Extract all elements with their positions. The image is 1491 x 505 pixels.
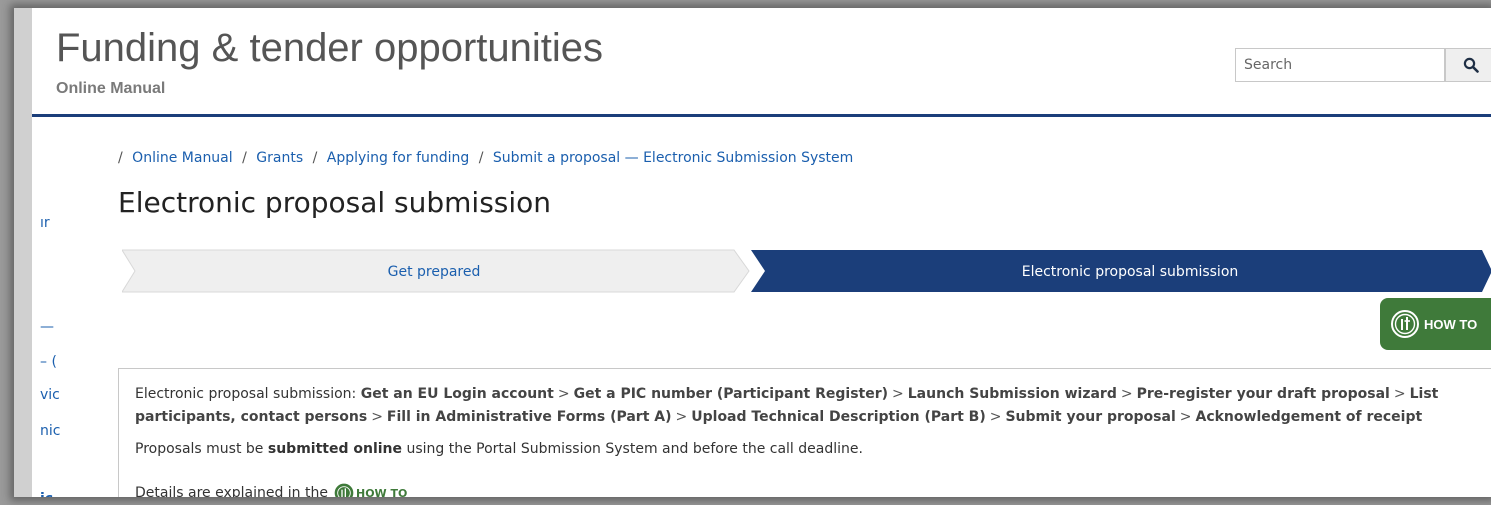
search-input[interactable]	[1235, 48, 1445, 82]
it-logo-icon	[334, 483, 354, 497]
step-electronic-submission[interactable]: Electronic proposal submission	[751, 250, 1491, 292]
breadcrumb-link[interactable]: Submit a proposal — Electronic Submissio…	[493, 150, 853, 166]
breadcrumb-link[interactable]: Online Manual	[132, 150, 232, 166]
note-emphasis: submitted online	[267, 441, 403, 457]
step-label: Electronic proposal submission	[1022, 264, 1239, 280]
step-link[interactable]: Get a PIC number (Participant Register)	[574, 386, 888, 402]
step-link[interactable]: Acknowledgement of receipt	[1195, 409, 1422, 425]
side-nav-item[interactable]: nic	[40, 423, 60, 439]
step-link[interactable]: Launch Submission wizard	[908, 386, 1117, 402]
page-title: Electronic proposal submission	[118, 186, 552, 219]
side-nav-item[interactable]: ır	[40, 215, 50, 231]
window-edge	[14, 8, 32, 497]
magnifier-icon	[1463, 57, 1479, 73]
step-link[interactable]: Get an EU Login account	[361, 386, 554, 402]
breadcrumb-link[interactable]: Applying for funding	[327, 150, 470, 166]
content-box: Electronic proposal submission: Get an E…	[118, 368, 1491, 497]
how-to-inline-badge[interactable]: HOW TO	[334, 483, 407, 497]
step-link[interactable]: Upload Technical Description (Part B)	[691, 409, 985, 425]
search-button[interactable]	[1445, 48, 1491, 82]
side-nav-item[interactable]: —	[40, 319, 54, 335]
site-subtitle[interactable]: Online Manual	[56, 80, 165, 98]
side-nav: ır — – ( vic nic ic	[32, 117, 72, 497]
side-nav-item[interactable]: – (	[40, 354, 57, 370]
step-get-prepared[interactable]: Get prepared	[122, 249, 750, 293]
breadcrumb: / Online Manual / Grants / Applying for …	[118, 150, 854, 166]
it-logo-icon	[1391, 310, 1419, 338]
details-text: Details are explained in the	[135, 485, 328, 497]
site-title[interactable]: Funding & tender opportunities	[56, 26, 603, 71]
side-nav-item[interactable]: vic	[40, 387, 60, 403]
browser-frame: Funding & tender opportunities Online Ma…	[14, 8, 1491, 497]
how-to-label: HOW TO	[1424, 316, 1478, 332]
step-link[interactable]: Submit your proposal	[1005, 409, 1175, 425]
submission-steps: Electronic proposal submission: Get an E…	[135, 386, 1439, 425]
site-header: Funding & tender opportunities Online Ma…	[32, 8, 1491, 117]
step-label: Get prepared	[388, 264, 481, 280]
step-link[interactable]: Fill in Administrative Forms (Part A)	[387, 409, 672, 425]
breadcrumb-link[interactable]: Grants	[256, 150, 303, 166]
step-link[interactable]: Pre-register your draft proposal	[1137, 386, 1390, 402]
how-to-button[interactable]: HOW TO	[1380, 298, 1491, 350]
intro-label: Electronic proposal submission:	[135, 386, 357, 402]
submission-note: Proposals must be submitted online using…	[135, 441, 863, 457]
step-progress: Get prepared Electronic proposal submiss…	[122, 249, 1491, 293]
details-line: Details are explained in the HOW TO	[135, 483, 407, 497]
side-nav-item[interactable]: ic	[40, 491, 53, 497]
how-to-inline-label: HOW TO	[356, 486, 408, 498]
